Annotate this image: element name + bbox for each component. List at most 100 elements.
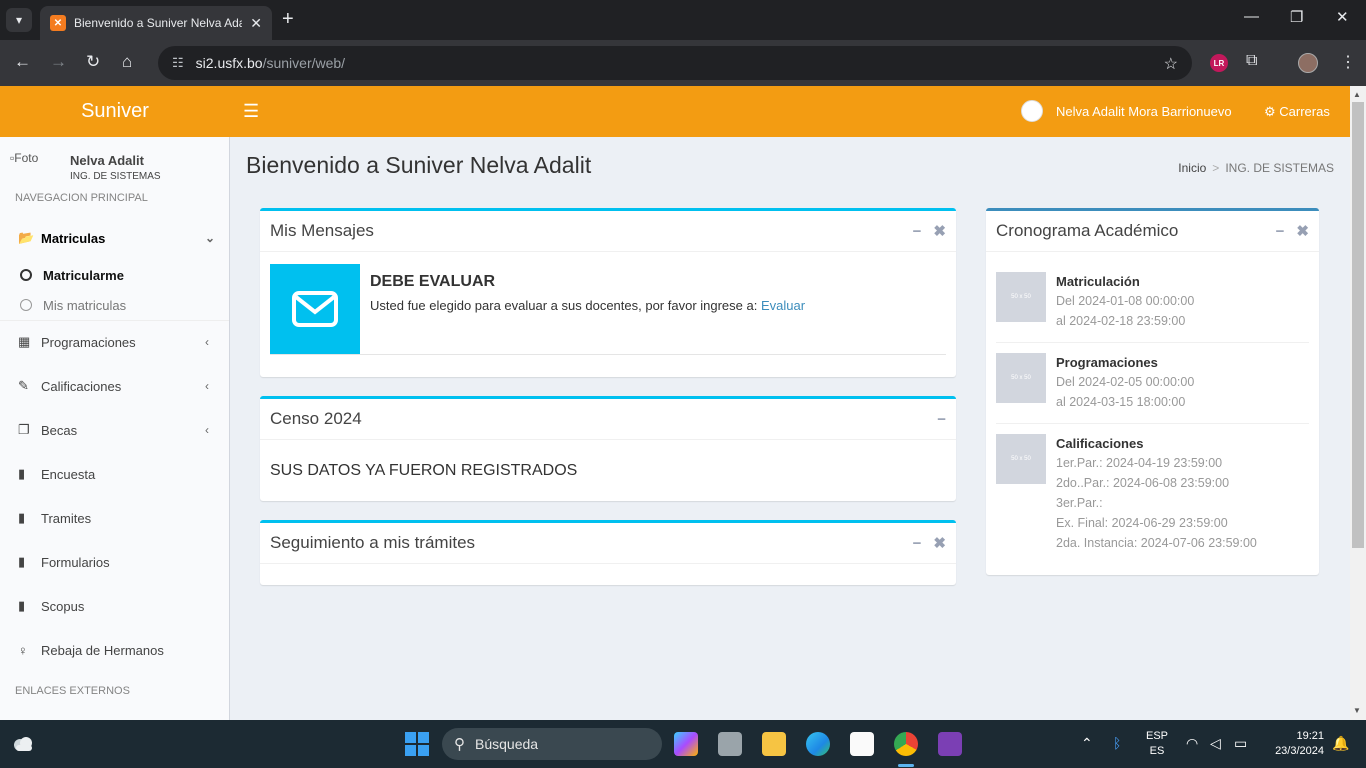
clone-icon: ❐ xyxy=(18,422,30,437)
close-icon[interactable]: ✖ xyxy=(933,222,946,240)
chrome-icon[interactable] xyxy=(894,732,918,756)
close-tab-icon[interactable]: ✕ xyxy=(250,15,262,32)
sidebar-item-encuesta[interactable]: ▮ Encuesta xyxy=(0,452,229,496)
evaluar-link[interactable]: Evaluar xyxy=(761,298,805,313)
sidebar-user-name: Nelva Adalit xyxy=(70,153,144,168)
breadcrumb-separator: > xyxy=(1212,161,1220,175)
collapse-icon[interactable]: − xyxy=(937,411,946,428)
cronograma-item-line: Ex. Final: 2024-06-29 23:59:00 xyxy=(1056,516,1228,530)
reload-icon[interactable]: ↻ xyxy=(86,52,100,72)
sidebar-item-formularios[interactable]: ▮ Formularios xyxy=(0,540,229,584)
envelope-icon xyxy=(270,264,360,354)
cronograma-item-name: Matriculación xyxy=(1056,274,1140,289)
nav-header: NAVEGACION PRINCIPAL xyxy=(15,192,148,204)
carreras-label: Carreras xyxy=(1279,104,1330,119)
xampp-favicon-icon: ✕ xyxy=(50,15,66,31)
user-avatar[interactable] xyxy=(1021,100,1043,122)
sidebar-item-label: Programaciones xyxy=(41,334,136,350)
microsoft-store-icon[interactable] xyxy=(850,732,874,756)
sidebar-item-becas[interactable]: ❐ Becas ‹ xyxy=(0,408,229,452)
home-icon[interactable]: ⌂ xyxy=(122,52,132,72)
close-window-icon[interactable]: ✕ xyxy=(1336,8,1349,26)
sidebar-item-rebaja-de-hermanos[interactable]: ♀ Rebaja de Hermanos xyxy=(0,628,229,672)
copilot-icon[interactable] xyxy=(674,732,698,756)
forward-icon[interactable]: → xyxy=(50,52,67,72)
cronograma-item: 50 x 50 Matriculación Del 2024-01-08 00:… xyxy=(996,272,1309,343)
message-body: Usted fue elegido para evaluar a sus doc… xyxy=(370,298,758,313)
gears-icon: ⚙ xyxy=(1264,104,1280,119)
book-icon: ▮ xyxy=(18,554,26,569)
chrome-active-indicator xyxy=(898,764,914,767)
tramites-box-header: Seguimiento a mis trámites − ✖ xyxy=(260,523,956,564)
cronograma-item: 50 x 50 Calificaciones 1er.Par.: 2024-04… xyxy=(996,434,1309,559)
sidebar-subitem-mis-matriculas[interactable]: Mis matriculas xyxy=(0,290,229,320)
browser-tab[interactable]: ✕ Bienvenido a Suniver Nelva Adalit ✕ xyxy=(40,6,272,40)
sidebar-subitem-matricularme[interactable]: Matricularme xyxy=(0,260,229,290)
address-bar[interactable]: ☷ si2.usfx.bo/suniver/web/ ☆ xyxy=(158,46,1192,80)
sidebar-item-scopus[interactable]: ▮ Scopus xyxy=(0,584,229,628)
close-icon[interactable]: ✖ xyxy=(933,534,946,552)
site-info-icon[interactable]: ☷ xyxy=(172,55,184,71)
cronograma-item-line: al 2024-03-15 18:00:00 xyxy=(1056,395,1186,409)
scroll-down-arrow-icon[interactable]: ▼ xyxy=(1353,706,1361,715)
messages-box: Mis Mensajes − ✖ DEBE EVALUAR Usted fue … xyxy=(260,208,956,377)
cronograma-item-line: 2do..Par.: 2024-06-08 23:59:00 xyxy=(1056,476,1230,490)
scroll-up-arrow-icon[interactable]: ▲ xyxy=(1353,90,1361,99)
windows-taskbar: ⚲ Búsqueda ⌃ ᛒ ESP ES ◠ ◁ ▭ 19:21 23/3/2… xyxy=(0,720,1366,768)
header-user-name[interactable]: Nelva Adalit Mora Barrionuevo xyxy=(1056,104,1232,119)
language-indicator[interactable]: ESP ES xyxy=(1146,729,1168,759)
close-icon[interactable]: ✖ xyxy=(1296,222,1309,240)
chevron-left-icon: ‹ xyxy=(205,335,209,349)
app-header: Suniver ☰ Nelva Adalit Mora Barrionuevo … xyxy=(0,86,1350,137)
visual-studio-icon[interactable] xyxy=(938,732,962,756)
app-logo[interactable]: Suniver xyxy=(0,86,230,137)
collapse-icon[interactable]: − xyxy=(913,223,922,240)
profile-avatar[interactable] xyxy=(1298,53,1318,73)
system-clock[interactable]: 19:21 23/3/2024 xyxy=(1262,729,1324,759)
bluetooth-icon[interactable]: ᛒ xyxy=(1113,735,1121,751)
file-explorer-icon[interactable] xyxy=(762,732,786,756)
chevron-left-icon: ‹ xyxy=(205,379,209,393)
sidebar-item-programaciones[interactable]: ▦ Programaciones ‹ xyxy=(0,320,229,364)
taskbar-search[interactable]: ⚲ Búsqueda xyxy=(442,728,662,760)
browser-toolbar: ← → ↻ ⌂ ☷ si2.usfx.bo/suniver/web/ ☆ xyxy=(0,40,1366,86)
hamburger-menu-icon[interactable]: ☰ xyxy=(243,101,259,122)
notification-bell-icon[interactable]: 🔔 xyxy=(1332,735,1349,752)
chevron-up-icon[interactable]: ⌃ xyxy=(1081,735,1093,752)
page-scrollbar[interactable]: ▲ ▼ xyxy=(1350,86,1366,720)
browser-menu-icon[interactable]: ⋮ xyxy=(1340,52,1356,72)
sidebar-item-calificaciones[interactable]: ✎ Calificaciones ‹ xyxy=(0,364,229,408)
windows-start-icon[interactable] xyxy=(405,732,429,756)
minimize-icon[interactable]: — xyxy=(1244,8,1259,25)
sidebar-item-label: Matriculas xyxy=(41,230,106,246)
sidebar-item-matriculas[interactable]: 📂 Matriculas ⌄ xyxy=(0,216,229,260)
weather-cloud-icon[interactable] xyxy=(12,734,34,754)
collapse-icon[interactable]: − xyxy=(1276,223,1285,240)
new-tab-icon[interactable]: + xyxy=(282,8,294,31)
cronograma-item-line: 3er.Par.: xyxy=(1056,496,1103,510)
page-title: Bienvenido a Suniver Nelva Adalit xyxy=(246,152,592,178)
extension-lr-icon[interactable]: LR xyxy=(1210,54,1228,72)
scroll-thumb[interactable] xyxy=(1352,102,1364,548)
placeholder-image: 50 x 50 xyxy=(996,353,1046,403)
breadcrumb-home[interactable]: Inicio xyxy=(1178,161,1206,175)
language-bottom: ES xyxy=(1149,745,1165,757)
edge-icon[interactable] xyxy=(806,732,830,756)
back-icon[interactable]: ← xyxy=(14,52,31,72)
taskbar-search-placeholder: Búsqueda xyxy=(475,736,539,752)
wifi-icon[interactable]: ◠ xyxy=(1186,735,1198,752)
edit-icon: ✎ xyxy=(18,378,29,393)
carreras-button[interactable]: ⚙ Carreras xyxy=(1264,104,1330,120)
restore-icon[interactable]: ❐ xyxy=(1290,8,1303,26)
url-path: /suniver/web/ xyxy=(262,55,346,71)
message-item: DEBE EVALUAR Usted fue elegido para eval… xyxy=(270,264,946,355)
messages-box-header: Mis Mensajes − ✖ xyxy=(260,211,956,252)
sidebar-item-tramites[interactable]: ▮ Tramites xyxy=(0,496,229,540)
bookmark-star-icon[interactable]: ☆ xyxy=(1164,54,1178,74)
extensions-puzzle-icon[interactable]: ⧉ xyxy=(1246,52,1257,70)
task-view-icon[interactable] xyxy=(718,732,742,756)
tab-search-button[interactable]: ▾ xyxy=(6,8,32,32)
battery-icon[interactable]: ▭ xyxy=(1234,735,1247,752)
collapse-icon[interactable]: − xyxy=(913,535,922,552)
volume-icon[interactable]: ◁ xyxy=(1210,735,1221,752)
